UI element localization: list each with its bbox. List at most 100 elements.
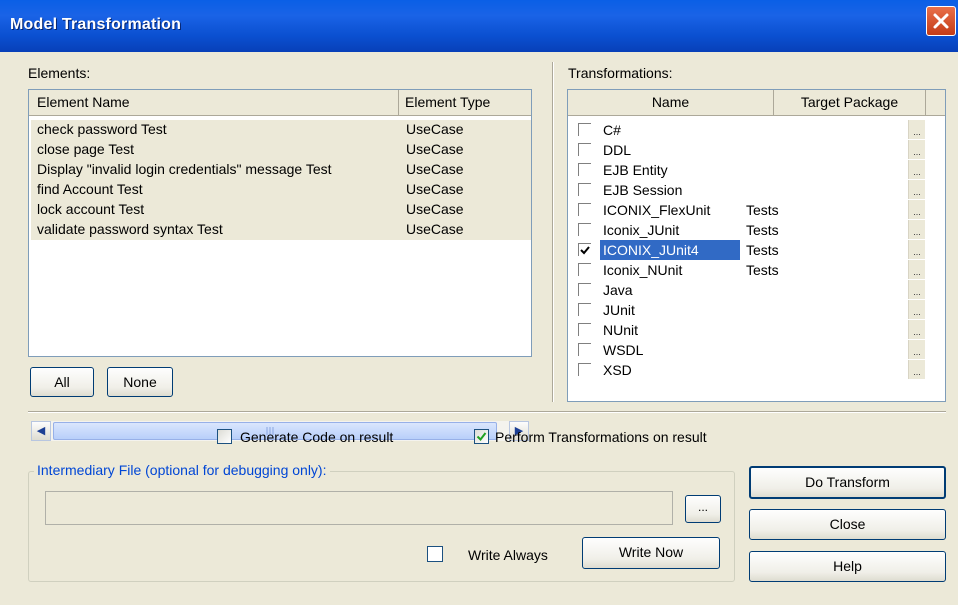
- perform-transformations-label: Perform Transformations on result: [495, 429, 707, 445]
- do-transform-button[interactable]: Do Transform: [749, 466, 946, 499]
- package-browse-button[interactable]: ...: [908, 300, 925, 319]
- package-browse-button[interactable]: ...: [908, 260, 925, 279]
- write-always-label: Write Always: [468, 547, 548, 563]
- transformation-row[interactable]: DDL: [578, 140, 918, 160]
- transformation-row[interactable]: Java: [578, 280, 918, 300]
- transformation-checkbox[interactable]: [578, 203, 591, 216]
- transformation-checkbox[interactable]: [578, 323, 591, 336]
- intermediary-file-input[interactable]: [45, 491, 673, 525]
- transformation-name: ICONIX_FlexUnit: [603, 202, 711, 218]
- transformation-checkbox[interactable]: [578, 223, 591, 236]
- write-always-checkbox[interactable]: [427, 546, 443, 562]
- package-browse-button[interactable]: ...: [908, 220, 925, 239]
- transformation-name: EJB Entity: [603, 162, 668, 178]
- vertical-divider: [552, 62, 554, 402]
- elements-header: Element Name Element Type: [29, 90, 531, 116]
- package-browse-button[interactable]: ...: [908, 280, 925, 299]
- element-row[interactable]: close page Test UseCase: [31, 140, 531, 160]
- element-row[interactable]: Display "invalid login credentials" mess…: [31, 160, 531, 180]
- transformation-row[interactable]: EJB Entity: [578, 160, 918, 180]
- element-name: Display "invalid login credentials" mess…: [37, 161, 332, 177]
- transformation-checkbox[interactable]: [578, 263, 591, 276]
- target-package: Tests: [746, 202, 779, 218]
- element-type: UseCase: [406, 161, 464, 177]
- package-browse-button[interactable]: ...: [908, 160, 925, 179]
- package-browse-button[interactable]: ...: [908, 200, 925, 219]
- checkmark-icon: [476, 432, 487, 442]
- transformation-row[interactable]: NUnit: [578, 320, 918, 340]
- transformation-name: NUnit: [603, 322, 639, 338]
- package-browse-button[interactable]: ...: [908, 120, 925, 139]
- column-target-package[interactable]: Target Package: [774, 90, 926, 115]
- element-type: UseCase: [406, 221, 464, 237]
- package-browse-button[interactable]: ...: [908, 140, 925, 159]
- column-element-type[interactable]: Element Type: [399, 90, 529, 115]
- help-button[interactable]: Help: [749, 551, 946, 582]
- element-name: close page Test: [37, 141, 135, 157]
- transformation-checkbox[interactable]: [578, 123, 591, 136]
- generate-code-label: Generate Code on result: [240, 429, 394, 445]
- package-browse-button[interactable]: ...: [908, 240, 925, 259]
- element-type: UseCase: [406, 181, 464, 197]
- close-button[interactable]: Close: [749, 509, 946, 540]
- package-browse-button[interactable]: ...: [908, 340, 925, 359]
- transformation-row[interactable]: Iconix_NUnit Tests: [578, 260, 918, 280]
- transformation-row[interactable]: C#: [578, 120, 918, 140]
- transformation-row[interactable]: JUnit: [578, 300, 918, 320]
- transformations-header: Name Target Package: [568, 90, 945, 116]
- transformation-checkbox[interactable]: [578, 303, 591, 316]
- transformation-name: Java: [603, 282, 633, 298]
- element-row[interactable]: find Account Test UseCase: [31, 180, 531, 200]
- package-browse-button[interactable]: ...: [908, 360, 925, 379]
- transformation-name: XSD: [603, 362, 632, 378]
- perform-transformations-checkbox[interactable]: [474, 429, 489, 444]
- transformation-row[interactable]: ICONIX_JUnit4 Tests: [578, 240, 918, 260]
- transformation-checkbox[interactable]: [578, 243, 591, 256]
- scroll-left-button[interactable]: ◀: [31, 421, 51, 441]
- horizontal-divider: [28, 411, 946, 413]
- transformations-label: Transformations:: [568, 65, 673, 81]
- target-package: Tests: [746, 262, 779, 278]
- element-type: UseCase: [406, 141, 464, 157]
- transformation-checkbox[interactable]: [578, 163, 591, 176]
- window-close-button[interactable]: [926, 6, 956, 36]
- write-now-button[interactable]: Write Now: [582, 537, 720, 569]
- transformations-list[interactable]: Name Target Package C#... DDL... EJB Entit…: [567, 89, 946, 402]
- transformation-name: Iconix_NUnit: [603, 262, 683, 278]
- transformation-row[interactable]: WSDL: [578, 340, 918, 360]
- target-package: Tests: [746, 242, 779, 258]
- elements-list[interactable]: Element Name Element Type check password…: [28, 89, 532, 441]
- element-name: validate password syntax Test: [37, 221, 223, 237]
- transformation-checkbox[interactable]: [578, 363, 591, 376]
- transformation-row[interactable]: Iconix_JUnit Tests: [578, 220, 918, 240]
- transformation-row[interactable]: EJB Session: [578, 180, 918, 200]
- element-name: check password Test: [37, 121, 167, 137]
- close-icon: [933, 13, 949, 29]
- select-none-button[interactable]: None: [107, 367, 173, 397]
- element-row[interactable]: lock account Test UseCase: [31, 200, 531, 220]
- transformation-name: JUnit: [603, 302, 635, 318]
- package-browse-button[interactable]: ...: [908, 180, 925, 199]
- generate-code-checkbox[interactable]: [217, 429, 232, 444]
- select-all-button[interactable]: All: [30, 367, 94, 397]
- column-element-name[interactable]: Element Name: [29, 90, 399, 115]
- browse-button[interactable]: ...: [685, 495, 721, 523]
- element-row[interactable]: validate password syntax Test UseCase: [31, 220, 531, 240]
- package-browse-button[interactable]: ...: [908, 320, 925, 339]
- transformation-name: EJB Session: [603, 182, 683, 198]
- element-type: UseCase: [406, 121, 464, 137]
- transformation-checkbox[interactable]: [578, 183, 591, 196]
- element-row[interactable]: check password Test UseCase: [31, 120, 531, 140]
- transformation-name: ICONIX_JUnit4: [600, 240, 740, 260]
- element-name: find Account Test: [37, 181, 143, 197]
- target-package: Tests: [746, 222, 779, 238]
- column-name[interactable]: Name: [568, 90, 774, 115]
- transformation-name: Iconix_JUnit: [603, 222, 680, 238]
- transformation-checkbox[interactable]: [578, 343, 591, 356]
- transformation-row[interactable]: ICONIX_FlexUnit Tests: [578, 200, 918, 220]
- transformation-row[interactable]: XSD: [578, 360, 918, 380]
- title-bar[interactable]: Model Transformation: [0, 0, 958, 52]
- transformation-checkbox[interactable]: [578, 283, 591, 296]
- checkmark-icon: [580, 246, 590, 255]
- transformation-checkbox[interactable]: [578, 143, 591, 156]
